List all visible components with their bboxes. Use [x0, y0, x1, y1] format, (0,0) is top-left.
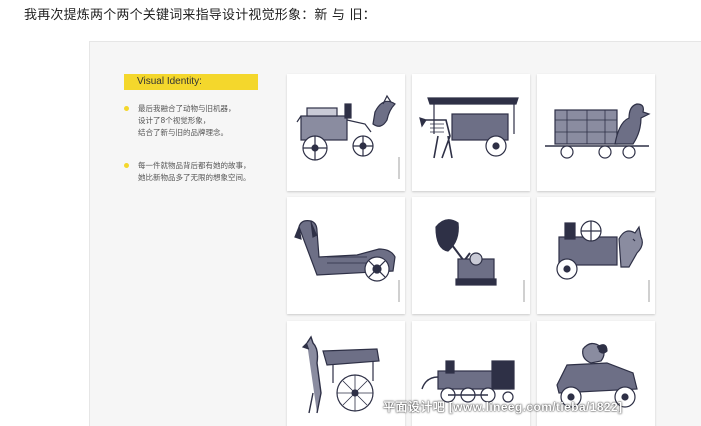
card-dachshund-car [287, 197, 405, 314]
bullet-item: 每一件就物品背后都有她的故事， 她比新物品多了无限的想象空间。 [124, 160, 264, 184]
bullet-line: 最后我融合了动物与旧机器， [138, 104, 236, 113]
card-duck-wagon [537, 74, 655, 191]
card-horse-cart [287, 74, 405, 191]
card-zebra-carriage [412, 74, 530, 191]
horse-cart-with-rooster-illustration [296, 94, 396, 161]
bullet-item: 最后我融合了动物与旧机器， 设计了8个视觉形象， 结合了新与旧的品牌理念。 [124, 103, 264, 139]
cat-steam-engine-illustration [556, 220, 643, 280]
bullet-line: 她比新物品多了无限的想象空间。 [138, 173, 251, 182]
site-watermark: 平面设计吧 [www.lineeg.com/tieba/1822] [383, 400, 623, 414]
bullet-line: 结合了新与旧的品牌理念。 [138, 128, 228, 137]
duck-rail-wagon-illustration [545, 103, 651, 159]
bullet-line: 每一件就物品背后都有她的故事， [138, 161, 251, 170]
card-caption-mark [523, 280, 525, 302]
card-caption-mark [648, 280, 650, 302]
card-caption-mark [398, 280, 400, 302]
bullet-line: 设计了8个视觉形象， [138, 116, 211, 125]
bullet-dot [124, 106, 129, 111]
intro-text: 我再次提炼两个两个关键词来指导设计视觉形象：新 与 旧： [24, 8, 376, 23]
bullet-dot [124, 163, 129, 168]
card-caption-mark [398, 157, 400, 179]
visual-identity-title: Visual Identity: [124, 74, 258, 90]
card-cat-engine [537, 197, 655, 314]
zebra-carriage-car-illustration [419, 97, 519, 159]
screenshot-page: 我再次提炼两个两个关键词来指导设计视觉形象：新 与 旧： Visual Iden… [0, 0, 701, 426]
gramophone-illustration [435, 219, 497, 286]
card-gramophone [412, 197, 530, 314]
dachshund-car-illustration [294, 220, 396, 282]
